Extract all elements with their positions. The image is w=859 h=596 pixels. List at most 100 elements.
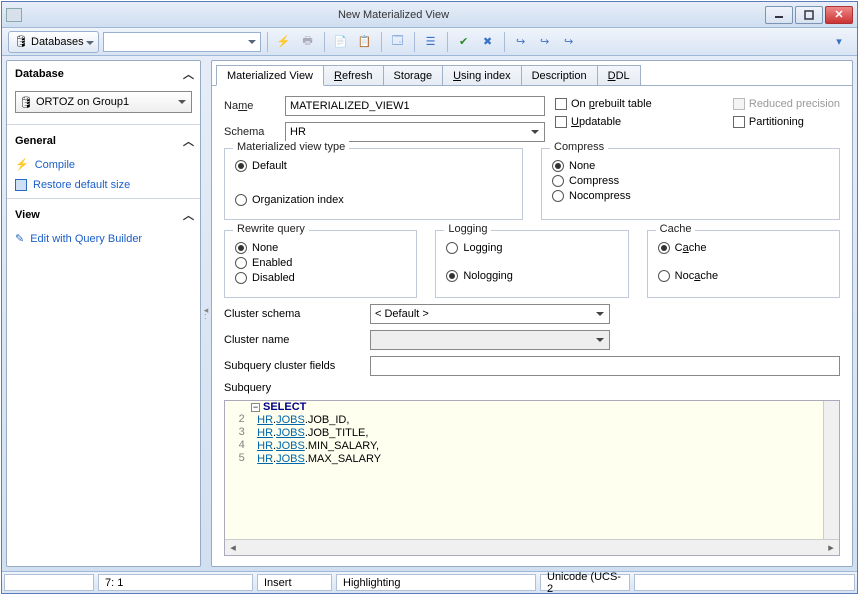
sidebar-general-label: General xyxy=(15,135,56,147)
cluster-name-dropdown[interactable] xyxy=(370,330,610,350)
fwd-icon-3[interactable]: ↪ xyxy=(559,32,579,52)
list-icon[interactable]: ☰ xyxy=(421,32,441,52)
window-title: New Materialized View xyxy=(22,9,765,21)
status-position: 7: 1 xyxy=(98,574,253,591)
cache-nocache-radio[interactable]: Nocache xyxy=(658,270,829,282)
schema-label: Schema xyxy=(224,126,279,138)
check-icon[interactable]: ✔ xyxy=(454,32,474,52)
subquery-fields-label: Subquery cluster fields xyxy=(224,360,364,372)
splitter[interactable]: ◂·· xyxy=(203,56,209,571)
tab-ddl[interactable]: DDL xyxy=(597,65,641,85)
database-icon: 🛢 xyxy=(20,96,32,108)
print-icon[interactable]: 🖶 xyxy=(298,32,318,52)
window-icon[interactable]: 🗔 xyxy=(388,32,408,52)
prebuilt-checkbox[interactable]: On prebuilt table xyxy=(555,98,652,110)
status-insert: Insert xyxy=(257,574,332,591)
close-button[interactable]: ✕ xyxy=(825,6,853,24)
statusbar: 7: 1 Insert Highlighting Unicode (UCS-2 xyxy=(2,571,857,593)
database-selector-value: ORTOZ on Group1 xyxy=(36,96,129,108)
compress-legend: Compress xyxy=(550,141,608,153)
cluster-schema-value: < Default > xyxy=(375,308,429,320)
toolbar-separator xyxy=(414,32,415,52)
tab-materialized-view[interactable]: Materialized View xyxy=(216,65,324,86)
dropdown-icon[interactable]: ▾ xyxy=(829,32,849,52)
tab-using-index[interactable]: Using index xyxy=(442,65,522,85)
main-panel: Materialized View Refresh Storage Using … xyxy=(211,60,853,567)
divider xyxy=(7,198,200,199)
window-icon xyxy=(15,179,27,191)
toolbar-separator xyxy=(267,32,268,52)
collapse-icon[interactable]: ︿ xyxy=(183,66,192,82)
cache-legend: Cache xyxy=(656,223,696,235)
fold-toggle[interactable]: − xyxy=(251,403,260,412)
status-seg-end xyxy=(634,574,855,591)
rewrite-none-radio[interactable]: None xyxy=(235,242,406,254)
collapse-icon[interactable]: ︿ xyxy=(183,133,192,149)
cluster-schema-dropdown[interactable]: < Default > xyxy=(370,304,610,324)
mv-type-legend: Materialized view type xyxy=(233,141,349,153)
logging-nologging-radio[interactable]: Nologging xyxy=(446,270,617,282)
rewrite-enabled-radio[interactable]: Enabled xyxy=(235,257,406,269)
mv-type-group: Materialized view type Default Organizat… xyxy=(224,148,523,220)
tool-icon-2[interactable]: 📋 xyxy=(355,32,375,52)
maximize-button[interactable] xyxy=(795,6,823,24)
name-label: Name xyxy=(224,100,279,112)
logging-group: Logging Logging Nologging xyxy=(435,230,628,298)
toolbar-separator xyxy=(324,32,325,52)
tab-description[interactable]: Description xyxy=(521,65,598,85)
restore-size-label: Restore default size xyxy=(33,179,130,191)
tool-icon-1[interactable]: 📄 xyxy=(331,32,351,52)
compress-group: Compress None Compress Nocompress xyxy=(541,148,840,220)
subquery-label: Subquery xyxy=(224,382,364,394)
divider xyxy=(7,124,200,125)
compress-compress-radio[interactable]: Compress xyxy=(552,175,829,187)
database-select-blank[interactable] xyxy=(103,32,261,52)
databases-label: Databases xyxy=(31,36,84,48)
rewrite-disabled-radio[interactable]: Disabled xyxy=(235,272,406,284)
sidebar: Database ︿ 🛢 ORTOZ on Group1 General ︿ ⚡… xyxy=(6,60,201,567)
titlebar: New Materialized View ✕ xyxy=(2,2,857,28)
tab-refresh[interactable]: Refresh xyxy=(323,65,384,85)
subquery-fields-input[interactable] xyxy=(370,356,840,376)
compress-none-radio[interactable]: None xyxy=(552,160,829,172)
status-encoding[interactable]: Unicode (UCS-2 xyxy=(540,574,630,591)
compress-nocompress-radio[interactable]: Nocompress xyxy=(552,190,829,202)
sidebar-database-header: Database ︿ xyxy=(7,61,200,87)
horizontal-scrollbar[interactable]: ◂▸ xyxy=(225,539,839,555)
fwd-icon-1[interactable]: ↪ xyxy=(511,32,531,52)
database-icon: 🛢 xyxy=(15,36,27,48)
tabs: Materialized View Refresh Storage Using … xyxy=(212,61,852,86)
status-highlighting[interactable]: Highlighting xyxy=(336,574,536,591)
vertical-scrollbar[interactable] xyxy=(823,401,839,539)
fwd-icon-2[interactable]: ↪ xyxy=(535,32,555,52)
status-seg-1 xyxy=(4,574,94,591)
restore-size-link[interactable]: Restore default size xyxy=(7,175,200,195)
cache-group: Cache Cache Nocache xyxy=(647,230,840,298)
edit-qb-label: Edit with Query Builder xyxy=(30,233,142,245)
mv-default-radio[interactable]: Default xyxy=(235,160,512,172)
cancel-icon[interactable]: ✖ xyxy=(478,32,498,52)
databases-dropdown[interactable]: 🛢 Databases xyxy=(8,31,99,53)
rewrite-group: Rewrite query None Enabled Disabled xyxy=(224,230,417,298)
mv-org-index-radio[interactable]: Organization index xyxy=(235,194,512,206)
app-icon xyxy=(6,8,22,22)
subquery-editor[interactable]: −SELECT 2 HR.JOBS.JOB_ID, 3 HR.JOBS.JOB_… xyxy=(224,400,840,556)
name-input[interactable] xyxy=(285,96,545,116)
reduced-precision-checkbox: Reduced precision xyxy=(733,98,840,110)
sidebar-view-label: View xyxy=(15,209,40,221)
cluster-name-label: Cluster name xyxy=(224,334,364,346)
collapse-icon[interactable]: ︿ xyxy=(183,207,192,223)
compile-link[interactable]: ⚡ Compile xyxy=(7,154,200,175)
partitioning-checkbox[interactable]: Partitioning xyxy=(733,116,840,128)
updatable-checkbox[interactable]: Updatable xyxy=(555,116,652,128)
tab-storage[interactable]: Storage xyxy=(383,65,444,85)
cache-cache-radio[interactable]: Cache xyxy=(658,242,829,254)
sidebar-general-header: General ︿ xyxy=(7,128,200,154)
execute-icon[interactable]: ⚡ xyxy=(274,32,294,52)
logging-logging-radio[interactable]: Logging xyxy=(446,242,617,254)
schema-dropdown[interactable]: HR xyxy=(285,122,545,142)
minimize-button[interactable] xyxy=(765,6,793,24)
edit-query-builder-link[interactable]: ✎ Edit with Query Builder xyxy=(7,228,200,249)
database-selector[interactable]: 🛢 ORTOZ on Group1 xyxy=(15,91,192,113)
toolbar: 🛢 Databases ⚡ 🖶 📄 📋 🗔 ☰ ✔ ✖ ↪ ↪ ↪ ▾ xyxy=(2,28,857,56)
